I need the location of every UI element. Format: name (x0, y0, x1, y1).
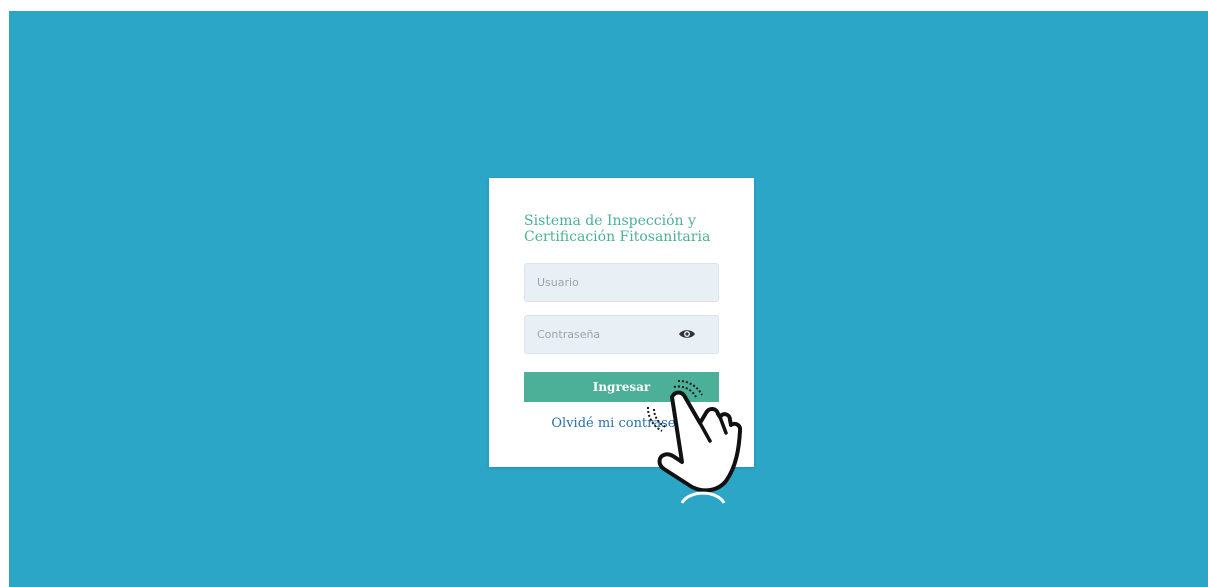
app-title-line-1: Sistema de Inspección y (524, 213, 696, 229)
forgot-password-link[interactable]: Olvidé mi contraseña (489, 416, 754, 431)
password-input[interactable] (525, 316, 699, 353)
page-background: Sistema de Inspección y Certificación Fi… (9, 11, 1208, 587)
username-field[interactable] (524, 263, 719, 302)
password-field[interactable] (524, 315, 719, 354)
app-title: Sistema de Inspección y Certificación Fi… (524, 213, 724, 245)
username-input[interactable] (525, 264, 699, 301)
eye-icon[interactable] (678, 326, 696, 340)
app-title-line-2: Certificación Fitosanitaria (524, 229, 711, 245)
login-card: Sistema de Inspección y Certificación Fi… (489, 178, 754, 467)
login-button[interactable]: Ingresar (524, 372, 719, 402)
